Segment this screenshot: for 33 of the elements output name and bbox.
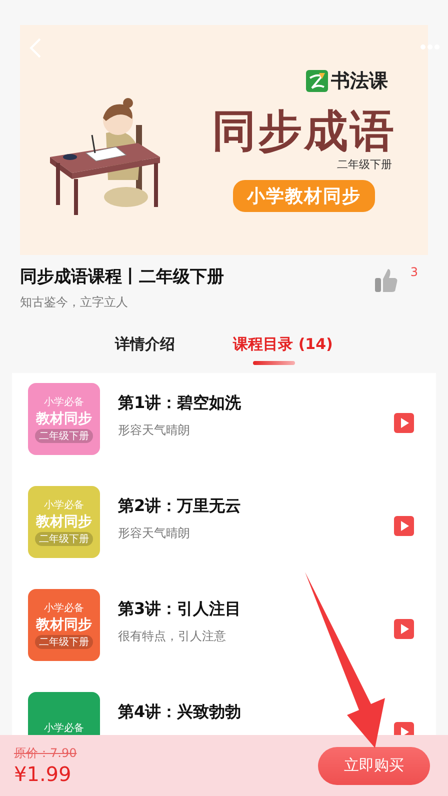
thumbnail-text: 小学必备 bbox=[44, 396, 84, 409]
tab[interactable]: 详情介绍 bbox=[115, 335, 176, 373]
thumbnail-text: 小学必备 bbox=[44, 722, 84, 735]
lesson-subtitle: 很有特点，引人注意 bbox=[118, 628, 227, 645]
play-icon[interactable] bbox=[394, 619, 414, 639]
play-icon[interactable] bbox=[394, 516, 414, 536]
lesson-title[interactable]: 第2讲：万里无云 bbox=[118, 496, 394, 517]
lesson-subtitle: 形容天气晴朗 bbox=[118, 422, 191, 439]
brand-name: 书法课 bbox=[331, 69, 388, 94]
course-title: 同步成语课程丨二年级下册 bbox=[20, 266, 225, 288]
thumbnail-text: 小学必备 bbox=[44, 498, 84, 512]
play-icon[interactable] bbox=[394, 413, 414, 433]
original-price: 原价：7.90 bbox=[14, 745, 77, 762]
course-subtitle: 知古鉴今，立字立人 bbox=[20, 294, 129, 311]
banner-grade: 二年级下册 bbox=[337, 156, 392, 172]
thumbs-up-icon[interactable] bbox=[374, 267, 398, 293]
sale-price: ¥1.99 bbox=[14, 762, 72, 786]
lesson-subtitle: 形容天气晴朗 bbox=[118, 525, 191, 542]
thumbnail-text: 二年级下册 bbox=[35, 532, 93, 546]
lesson-title[interactable]: 第1讲：碧空如洗 bbox=[118, 393, 394, 414]
lesson-title[interactable]: 第3讲：引人注目 bbox=[118, 599, 394, 620]
banner-title: 同步成语 bbox=[212, 108, 396, 157]
thumbnail-text: 教材同步 bbox=[36, 513, 92, 531]
lesson-title[interactable]: 第4讲：兴致勃勃 bbox=[118, 702, 394, 723]
thumbnail-text: 二年级下册 bbox=[35, 429, 93, 443]
like-count: 3 bbox=[410, 265, 418, 279]
thumbnail-text: 二年级下册 bbox=[35, 635, 93, 649]
thumbnail-text: 教材同步 bbox=[36, 616, 92, 634]
brand-logo-icon bbox=[306, 70, 328, 92]
banner-badge: 小学教材同步 bbox=[233, 180, 375, 212]
thumbnail-text: 教材同步 bbox=[36, 410, 92, 428]
tab[interactable]: 课程目录 (14) bbox=[233, 335, 333, 373]
thumbnail-text: 小学必备 bbox=[44, 602, 84, 615]
